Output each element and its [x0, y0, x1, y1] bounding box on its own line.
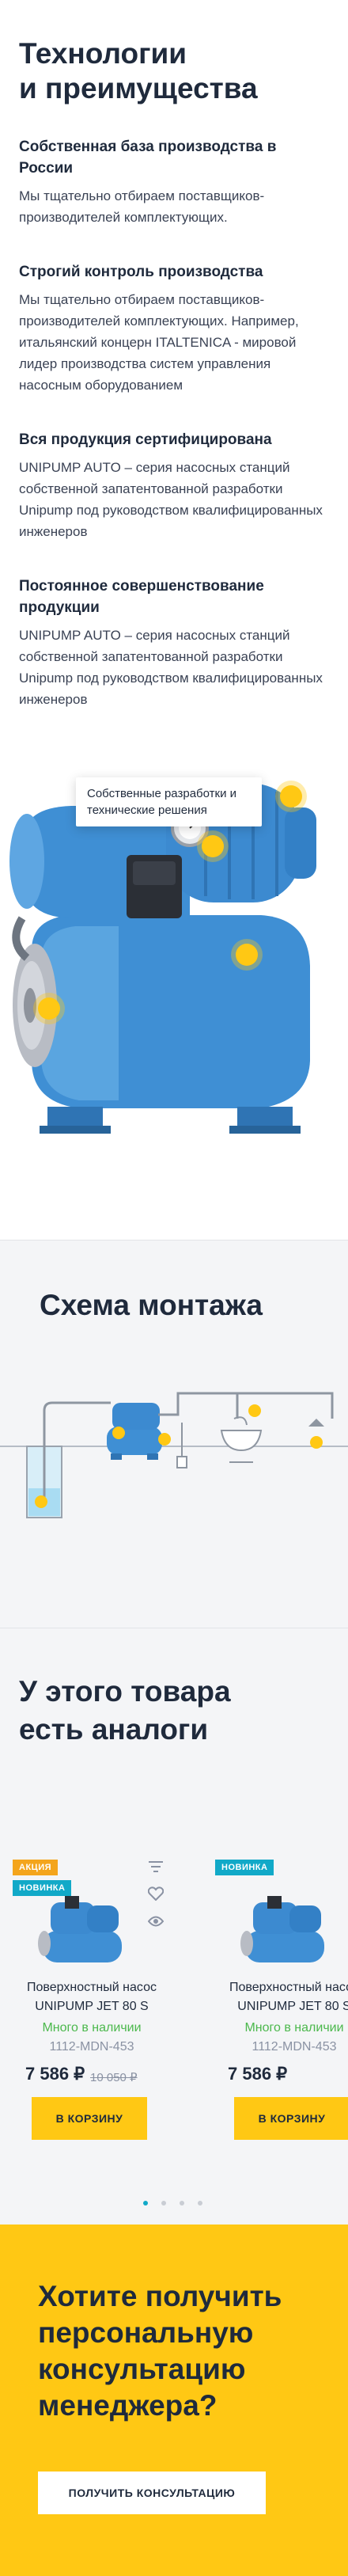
title-line-4: менеджера?: [38, 2389, 218, 2422]
add-to-cart-button[interactable]: В КОРЗИНУ: [32, 2097, 147, 2140]
card-actions: [147, 1860, 165, 1940]
stock-status: Много в наличии: [244, 2021, 344, 2035]
feature-title: Вся продукция сертифицирована: [19, 431, 272, 448]
compare-icon[interactable]: [147, 1860, 165, 1877]
feature-title: Собственная база производства в России: [19, 139, 277, 177]
product-sku: 1112-MDN-453: [49, 2040, 134, 2054]
pump-illustration: Собственные разработки и технические реш…: [0, 760, 348, 1172]
carousel-dot[interactable]: [180, 2201, 184, 2206]
title-line-1: У этого товара: [19, 1675, 231, 1708]
product-price: 7 586 ₽: [25, 2064, 85, 2084]
feature-item: Строгий контроль производства Мы тщатель…: [19, 261, 329, 396]
favorite-heart-icon[interactable]: [147, 1886, 165, 1904]
product-card[interactable]: НОВИНКА Поверхностный насос UNIPUMP JET …: [202, 1860, 348, 2168]
feature-title: Постоянное совершенствование продукции: [19, 578, 264, 616]
installation-diagram: [0, 1392, 348, 1518]
hotspot-motor[interactable]: [280, 785, 302, 807]
consultation-title: Хотите получить персональную консультаци…: [38, 2278, 348, 2424]
stock-status: Много в наличии: [42, 2021, 142, 2035]
feature-text: Мы тщательно отбираем поставщиков-произв…: [19, 188, 265, 225]
title-line-1: Технологии: [19, 37, 187, 70]
technologies-title: Технологии и преимущества: [19, 36, 329, 106]
installation-scheme-section: Схема монтажа: [0, 1240, 348, 1628]
quick-view-eye-icon[interactable]: [147, 1913, 165, 1931]
badges: НОВИНКА: [215, 1860, 274, 1880]
title-line-2: персональную: [38, 2316, 254, 2349]
feature-title: Строгий контроль производства: [19, 264, 263, 280]
consultation-section: Хотите получить персональную консультаци…: [0, 2225, 348, 2576]
carousel-dot[interactable]: [143, 2201, 148, 2206]
add-to-cart-button[interactable]: В КОРЗИНУ: [234, 2097, 348, 2140]
title-line-2: и преимущества: [19, 72, 258, 104]
product-image[interactable]: [35, 1891, 130, 1967]
product-name[interactable]: Поверхностный насос UNIPUMP JET 80 S: [202, 1978, 348, 2016]
technologies-section: Технологии и преимущества Собственная ба…: [0, 0, 348, 1240]
feature-item: Собственная база производства в России М…: [19, 136, 329, 228]
feature-text: UNIPUMP AUTO – серия насосных станций со…: [19, 628, 323, 707]
carousel-dot[interactable]: [161, 2201, 166, 2206]
product-price: 7 586 ₽: [228, 2064, 288, 2084]
sale-badge: АКЦИЯ: [13, 1860, 59, 1875]
product-name[interactable]: Поверхностный насос UNIPUMP JET 80 S: [0, 1978, 183, 2016]
scheme-title: Схема монтажа: [40, 1289, 263, 1321]
product-sku: 1112-MDN-453: [252, 2040, 337, 2054]
product-image[interactable]: [237, 1891, 332, 1967]
new-badge: НОВИНКА: [215, 1860, 274, 1875]
title-line-1: Хотите получить: [38, 2280, 282, 2312]
feature-item: Постоянное совершенствование продукции U…: [19, 576, 329, 710]
title-line-3: консультацию: [38, 2353, 246, 2385]
hotspot-tank[interactable]: [236, 944, 258, 966]
feature-tooltip: Собственные разработки и технические реш…: [76, 777, 262, 826]
feature-text: Мы тщательно отбираем поставщиков-произв…: [19, 292, 299, 393]
analogs-section: У этого товара есть аналоги АКЦИЯ НОВИНК…: [0, 1628, 348, 2225]
product-card[interactable]: АКЦИЯ НОВИНКА Поверхностный насос UNIPUM…: [0, 1860, 183, 2168]
old-price: 10 050 ₽: [90, 2071, 138, 2084]
hotspot-gauge[interactable]: [202, 835, 224, 857]
feature-text: UNIPUMP AUTO – серия насосных станций со…: [19, 460, 323, 539]
title-line-2: есть аналоги: [19, 1713, 209, 1746]
carousel-dot[interactable]: [198, 2201, 202, 2206]
feature-item: Вся продукция сертифицирована UNIPUMP AU…: [19, 429, 329, 542]
products-carousel[interactable]: АКЦИЯ НОВИНКА Поверхностный насос UNIPUM…: [0, 1860, 348, 2168]
hotspot-flange[interactable]: [38, 997, 60, 1020]
carousel-dots: [143, 2195, 216, 2209]
get-consultation-button[interactable]: ПОЛУЧИТЬ КОНСУЛЬТАЦИЮ: [38, 2472, 266, 2514]
analogs-title: У этого товара есть аналоги: [0, 1673, 348, 1749]
